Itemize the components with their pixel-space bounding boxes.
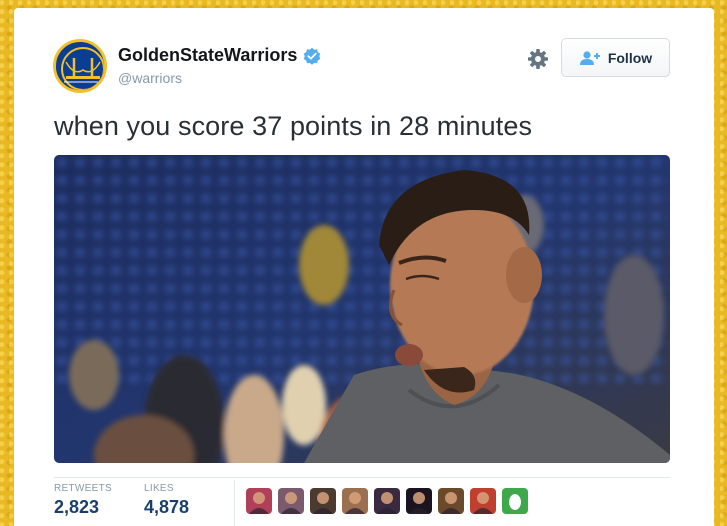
retweets-count[interactable]: 2,823 [54, 497, 99, 518]
likes-label: LIKES [144, 483, 174, 494]
tweet-card: GoldenStateWarriors @warriors Follow whe… [14, 8, 714, 526]
stats-divider [54, 477, 670, 478]
tweet-text: when you score 37 points in 28 minutes [54, 111, 533, 141]
liker-avatar-4[interactable] [342, 488, 368, 514]
tweet-photo[interactable] [54, 155, 670, 463]
display-name-row[interactable]: GoldenStateWarriors [118, 45, 321, 66]
liker-avatar-1[interactable] [246, 488, 272, 514]
likes-count[interactable]: 4,878 [144, 497, 189, 518]
verified-badge-icon [303, 47, 321, 65]
liker-avatar-7[interactable] [438, 488, 464, 514]
liker-avatar-8[interactable] [470, 488, 496, 514]
liker-avatars [246, 488, 528, 514]
add-user-icon [579, 50, 601, 66]
user-handle[interactable]: @warriors [118, 70, 182, 86]
liker-avatar-2[interactable] [278, 488, 304, 514]
stats-vertical-divider [234, 480, 235, 526]
liker-avatar-3[interactable] [310, 488, 336, 514]
warriors-logo-icon[interactable] [53, 39, 107, 93]
liker-avatar-6[interactable] [406, 488, 432, 514]
retweets-label: RETWEETS [54, 483, 112, 494]
display-name[interactable]: GoldenStateWarriors [118, 45, 297, 66]
follow-button[interactable]: Follow [561, 38, 670, 77]
liker-avatar-5[interactable] [374, 488, 400, 514]
follow-button-label: Follow [607, 49, 653, 66]
gear-icon[interactable] [527, 48, 549, 70]
liker-avatar-9-default-egg[interactable] [502, 488, 528, 514]
